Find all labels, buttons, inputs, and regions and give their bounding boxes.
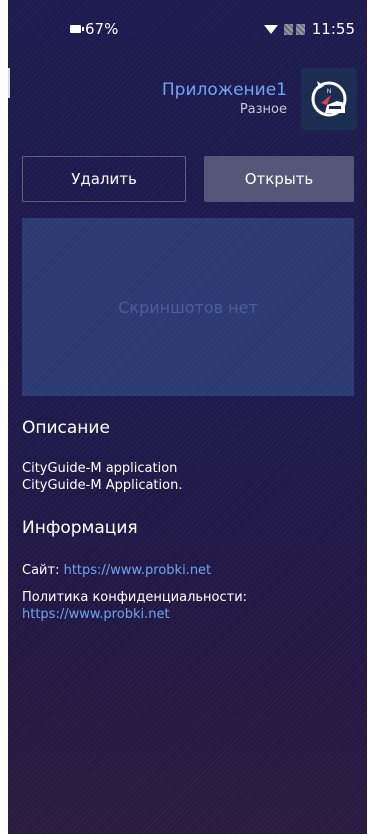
- site-label: Сайт:: [22, 563, 60, 578]
- no-screenshots-text: Скриншотов нет: [118, 297, 258, 317]
- battery-indicator: 67%: [70, 20, 118, 38]
- svg-text:N: N: [327, 89, 331, 95]
- description-line: CityGuide-M application: [22, 461, 178, 476]
- app-header: Приложение1 Разное N: [162, 68, 357, 130]
- description-line: CityGuide-M Application.: [22, 478, 183, 493]
- app-category: Разное: [239, 102, 287, 117]
- battery-percent: 67%: [85, 20, 119, 38]
- scroll-indicator: [8, 68, 10, 98]
- wifi-icon: [263, 24, 278, 34]
- app-titles: Приложение1 Разное: [162, 79, 287, 119]
- compass-car-icon: N: [301, 68, 357, 130]
- sim-icon: [283, 23, 293, 35]
- app-name: Приложение1: [161, 80, 287, 100]
- action-buttons: Удалить Открыть: [22, 156, 354, 202]
- delete-button[interactable]: Удалить: [22, 156, 186, 202]
- site-link[interactable]: https://www.probki.net: [64, 563, 212, 578]
- privacy-link[interactable]: https://www.probki.net: [22, 606, 170, 623]
- status-right: 11:55: [263, 20, 355, 38]
- open-button[interactable]: Открыть: [204, 156, 354, 202]
- description-title: Описание: [22, 418, 110, 438]
- battery-icon: [70, 25, 84, 33]
- privacy-label: Политика конфиденциальности:: [22, 590, 248, 605]
- site-row: Сайт: https://www.probki.net: [22, 562, 211, 579]
- information-title: Информация: [22, 518, 138, 538]
- clock: 11:55: [311, 20, 355, 38]
- app-details-screen: 67% 11:55 Приложение1 Разное N Удалить О…: [8, 0, 367, 834]
- status-bar: 67% 11:55: [8, 0, 367, 62]
- sim-icon: [295, 23, 305, 35]
- screenshots-area: Скриншотов нет: [22, 218, 354, 396]
